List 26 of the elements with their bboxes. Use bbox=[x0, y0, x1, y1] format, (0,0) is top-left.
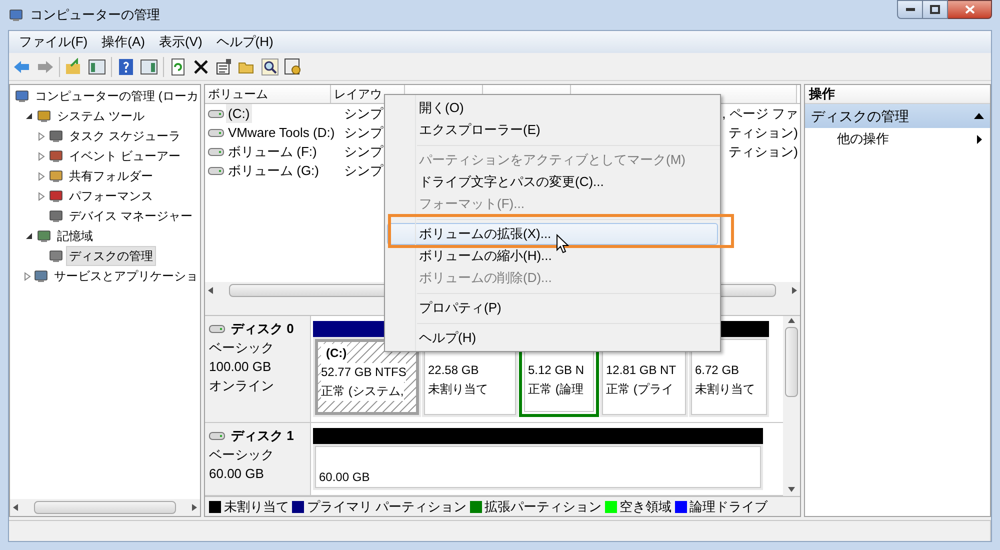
column-header-label: ボリューム bbox=[208, 87, 268, 101]
disk-type: ベーシック bbox=[209, 446, 275, 464]
disk-status: オンライン bbox=[209, 377, 275, 395]
partition-status: 正常 (システム, bbox=[321, 382, 404, 401]
table-cell-text: シンプ bbox=[343, 162, 384, 180]
table-cell-text: シンプ bbox=[343, 124, 384, 142]
partition-size: 52.77 GB NTFS bbox=[321, 363, 406, 382]
disk-name: ディスク 1 bbox=[231, 427, 294, 445]
disk-type: ベーシック bbox=[209, 339, 275, 357]
window-title: コンピューターの管理 bbox=[30, 6, 160, 24]
disk-name: ディスク 0 bbox=[231, 320, 294, 338]
table-cell-text: シンプ bbox=[343, 104, 384, 123]
legend-label: プライマリ パーティション bbox=[307, 498, 467, 516]
actions-title: 操作 bbox=[809, 85, 835, 104]
legend-label: 拡張パーティション bbox=[484, 498, 602, 516]
table-cell-text: ティション) bbox=[728, 124, 798, 142]
table-cell-text: , ページ ファ bbox=[722, 104, 798, 123]
disk-size: 60.00 GB bbox=[209, 465, 265, 483]
legend-label: 論理ドライブ bbox=[690, 498, 768, 516]
table-cell-text: シンプ bbox=[343, 142, 384, 161]
column-header-label: レイアウ bbox=[334, 87, 382, 101]
disk-size: 100.00 GB bbox=[209, 358, 272, 376]
partition-name: (C:) bbox=[321, 344, 347, 363]
legend-label: 空き領域 bbox=[620, 498, 672, 516]
table-cell-text: ティション) bbox=[728, 142, 798, 161]
legend-label: 未割り当て bbox=[224, 498, 289, 516]
